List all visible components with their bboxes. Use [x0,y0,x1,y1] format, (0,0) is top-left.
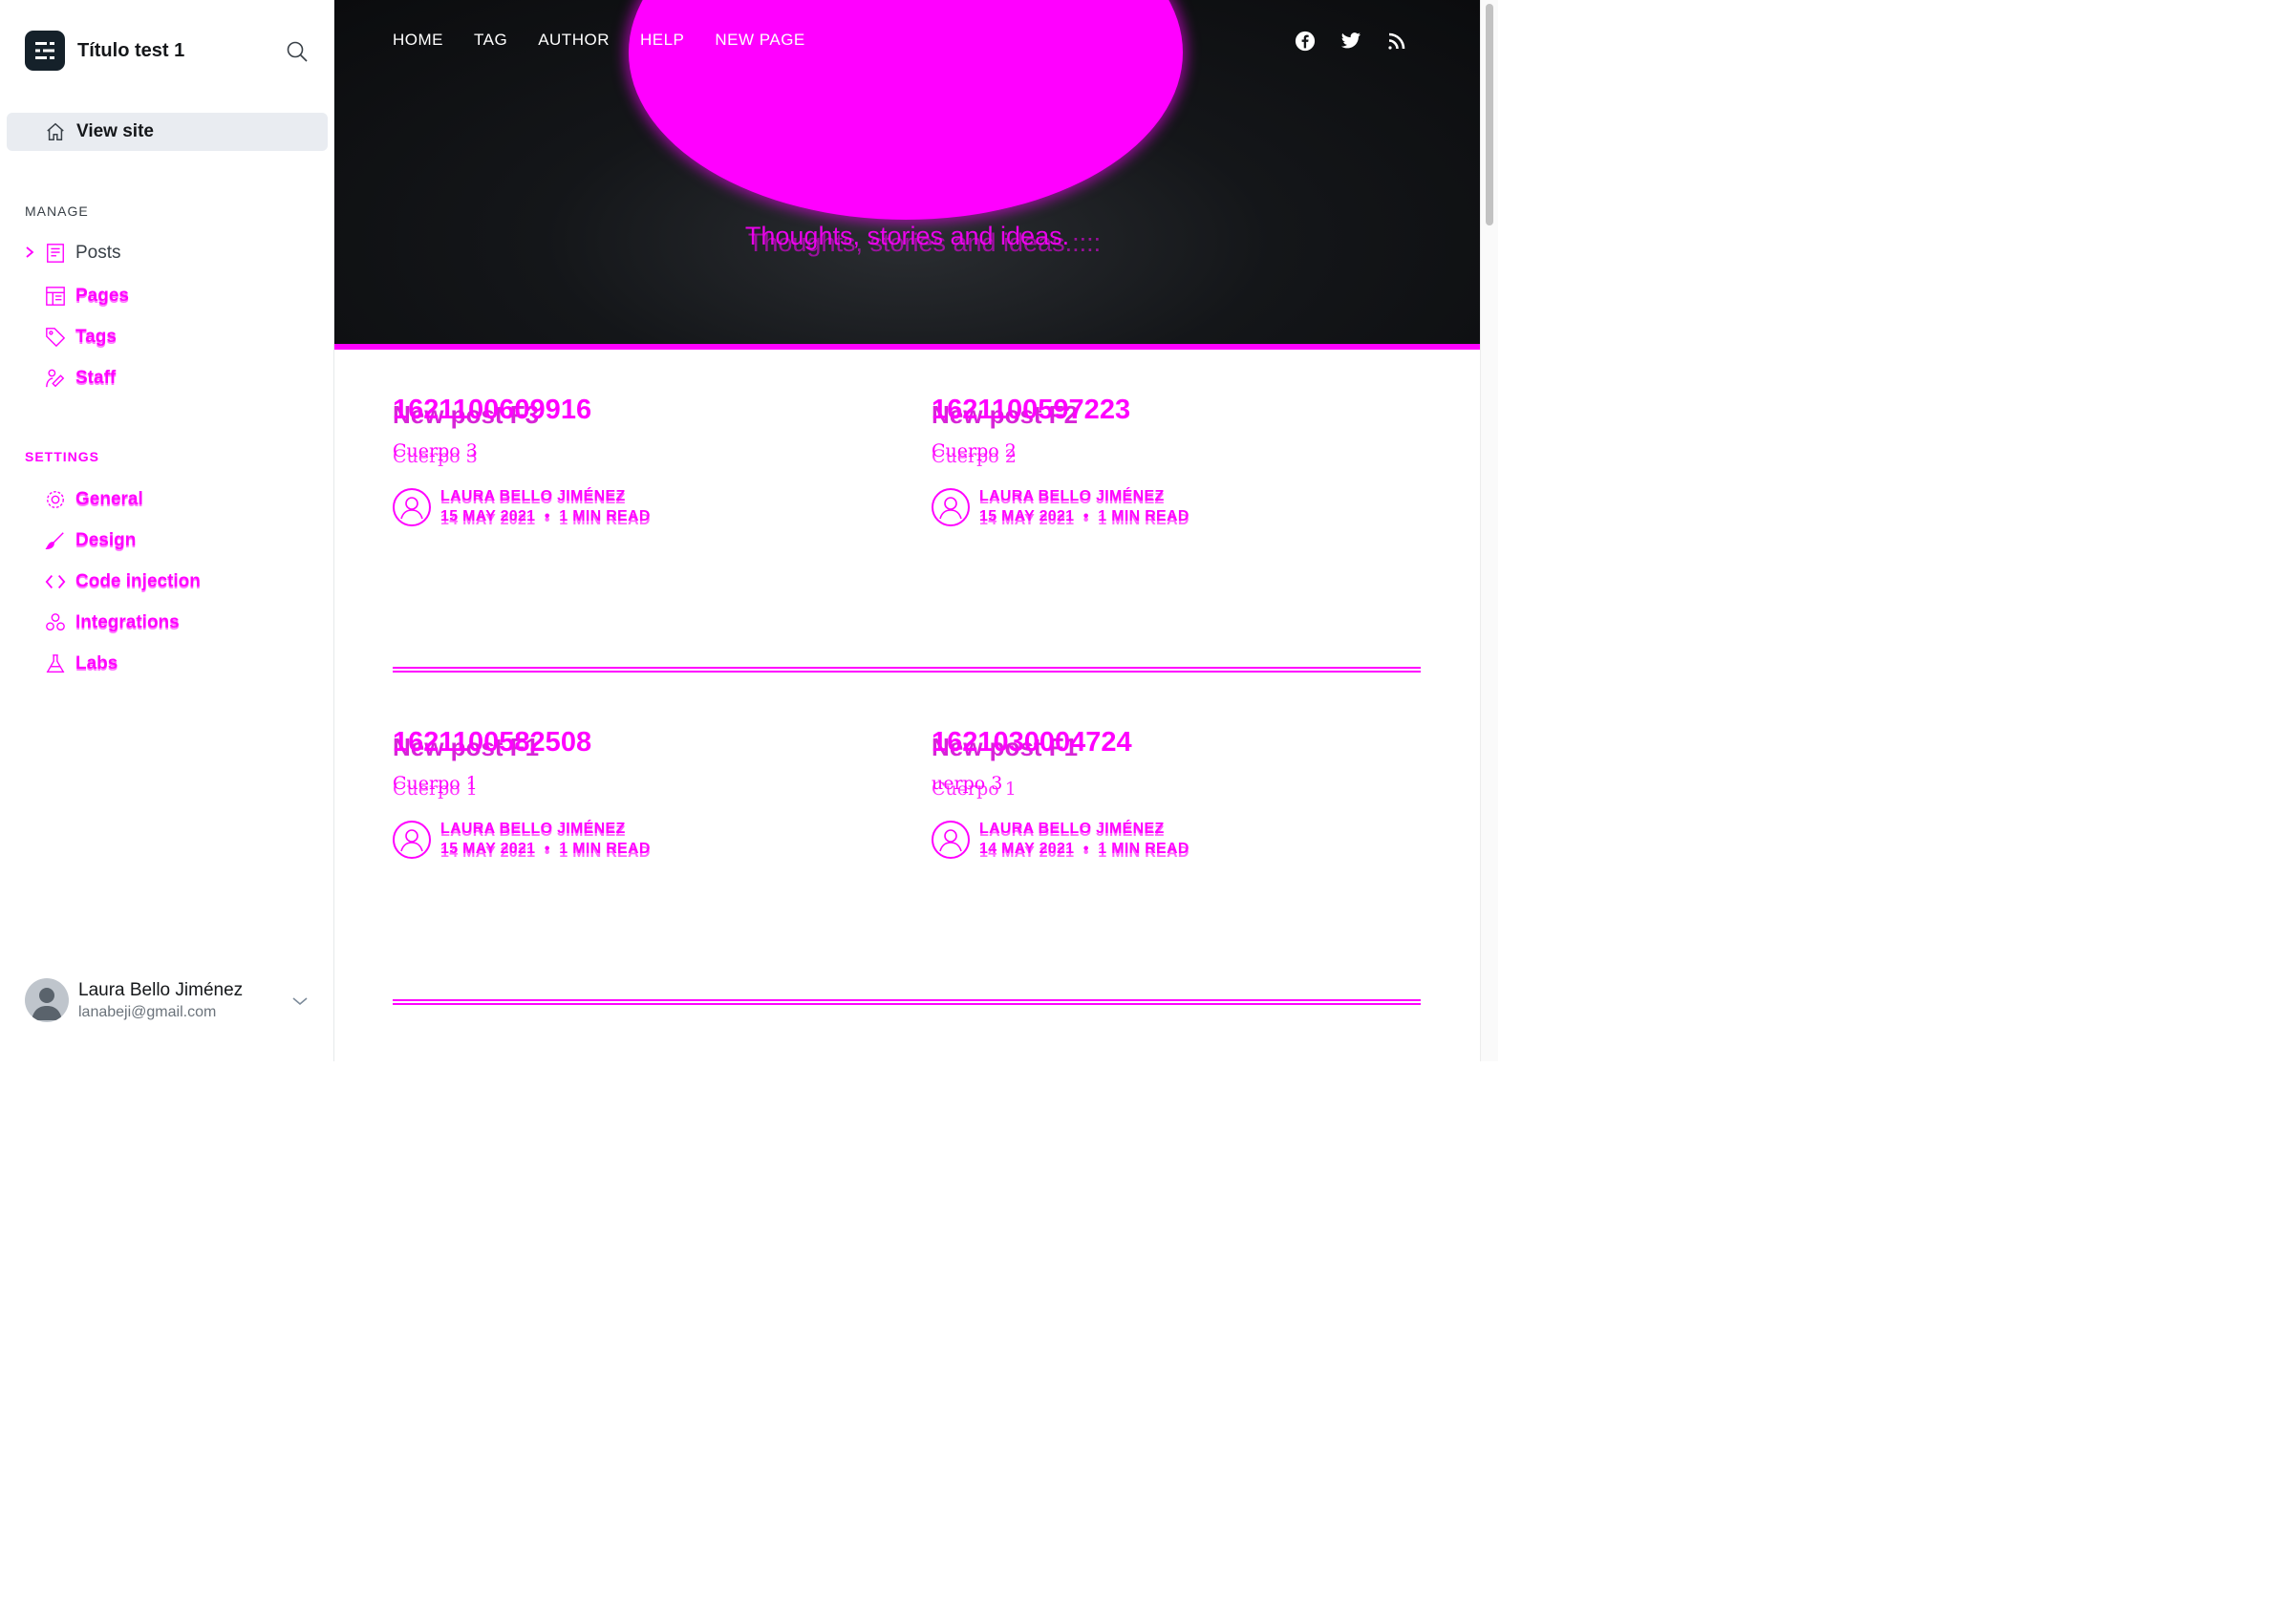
site-preview: HOME TAG AUTHOR HELP NEW PAGE Thoughts, … [334,0,1480,1061]
post-title[interactable]: 1621030004724 [932,727,1132,759]
nav-new-page[interactable]: NEW PAGE [715,31,804,50]
post-date: 15 MAY 2021 • 1 MIN READ [440,508,651,524]
sidebar-item-label: Integrations [75,612,180,632]
post-divider [393,667,1421,673]
social-links [1271,30,1408,53]
header-accent-bar [334,344,1480,350]
brush-icon [44,529,67,552]
chevron-right-icon[interactable] [21,244,38,261]
sidebar-item-label: Labs [75,653,118,673]
post-divider [393,999,1421,1005]
code-icon [44,570,67,593]
post-meta: LAURA BELLO JIMÉNEZ LAURA BELLO JIMÉNEZ … [932,486,1228,528]
post-excerpt: Cuerpo 3 [393,440,478,461]
pages-icon [44,285,67,308]
post-author[interactable]: LAURA BELLO JIMÉNEZ [979,488,1165,505]
gear-icon [44,488,67,511]
home-icon [45,120,68,143]
sidebar-item-labs[interactable]: Labs [44,650,118,678]
sidebar-item-design[interactable]: Design [44,526,136,555]
settings-heading: SETTINGS [25,449,100,464]
tag-icon [44,326,67,349]
sidebar-item-staff[interactable]: Staff [44,364,116,393]
post-card[interactable]: New post F2 1621100597223 Cuerpo 2 Cuerp… [932,395,1428,547]
nav-author[interactable]: AUTHOR [538,31,610,50]
staff-icon [44,367,67,390]
sidebar-item-pages[interactable]: Pages [44,282,129,310]
post-excerpt: Cuerpo 2 [932,440,1017,461]
view-site-link[interactable]: View site [7,113,328,151]
post-author[interactable]: LAURA BELLO JIMÉNEZ [440,821,626,838]
sidebar-item-label: Pages [75,286,129,306]
chevron-down-icon[interactable] [289,991,311,1012]
app-window: Título test 1 View site MANAGE Posts Pag… [0,0,1498,1061]
nav-tag[interactable]: TAG [474,31,507,50]
integrations-icon [44,611,67,634]
scrollbar[interactable] [1480,0,1498,1061]
site-title: Título test 1 [77,39,185,61]
sidebar-item-general[interactable]: General [44,485,143,514]
sidebar-item-label: Posts [75,243,121,263]
post-author[interactable]: LAURA BELLO JIMÉNEZ [440,488,626,505]
scrollbar-thumb[interactable] [1486,4,1493,225]
facebook-icon[interactable] [1294,30,1317,53]
post-author[interactable]: LAURA BELLO JIMÉNEZ [979,821,1165,838]
rss-icon[interactable] [1385,30,1408,53]
brand[interactable]: Título test 1 [25,31,184,71]
sidebar-item-label: Tags [75,327,117,347]
author-avatar-icon[interactable] [932,821,970,859]
sidebar-item-label: Staff [75,368,117,388]
site-header: HOME TAG AUTHOR HELP NEW PAGE Thoughts, … [334,0,1480,344]
nav-home[interactable]: HOME [393,31,443,50]
post-card[interactable]: New post F1 1621100582508 Cuerpo 1 Cuerp… [393,727,889,880]
sidebar-item-posts[interactable]: Posts [44,239,121,267]
manage-heading: MANAGE [25,203,89,219]
ghost-logo-icon [25,31,65,71]
sidebar-item-code-injection[interactable]: Code injection [44,567,201,596]
sidebar-item-label: Code injection [75,571,201,591]
author-avatar-icon[interactable] [393,821,431,859]
user-name: Laura Bello Jiménez [78,979,244,1000]
user-email: lanabeji@gmail.com [78,1003,217,1020]
post-meta: LAURA BELLO JIMÉNEZ LAURA BELLO JIMÉNEZ … [932,819,1228,861]
sidebar-item-integrations[interactable]: Integrations [44,609,180,637]
post-excerpt: Cuerpo 1 [393,773,478,794]
sidebar-item-label: General [75,489,143,509]
user-menu[interactable]: Laura Bello Jiménez lanabeji@gmail.com [25,978,243,1022]
admin-sidebar: Título test 1 View site MANAGE Posts Pag… [0,0,334,1061]
post-date: 14 MAY 2021 • 1 MIN READ [979,841,1189,857]
avatar [25,978,69,1022]
post-excerpt: uerpo 3 [932,773,1003,794]
post-card[interactable]: New post F1 1621030004724 Cuerpo 1 uerpo… [932,727,1428,880]
post-title[interactable]: 1621100609916 [393,395,591,426]
post-title[interactable]: 1621100582508 [393,727,591,759]
post-date: 15 MAY 2021 • 1 MIN READ [440,841,651,857]
flask-icon [44,652,67,675]
site-nav: HOME TAG AUTHOR HELP NEW PAGE [393,31,836,50]
posts-icon [44,242,67,265]
post-title[interactable]: 1621100597223 [932,395,1130,426]
view-site-label: View site [76,121,154,141]
post-card[interactable]: New post F3 1621100609916 Cuerpo 3 Cuerp… [393,395,889,547]
site-description: Thoughts, stories and ideas. [744,222,1070,250]
search-icon[interactable] [285,39,310,64]
post-meta: LAURA BELLO JIMÉNEZ LAURA BELLO JIMÉNEZ … [393,486,689,528]
nav-help[interactable]: HELP [640,31,684,50]
twitter-icon[interactable] [1339,30,1362,53]
post-meta: LAURA BELLO JIMÉNEZ LAURA BELLO JIMÉNEZ … [393,819,689,861]
sidebar-item-label: Design [75,530,137,550]
post-date: 15 MAY 2021 • 1 MIN READ [979,508,1189,524]
author-avatar-icon[interactable] [932,488,970,526]
author-avatar-icon[interactable] [393,488,431,526]
sidebar-item-tags[interactable]: Tags [44,323,117,352]
